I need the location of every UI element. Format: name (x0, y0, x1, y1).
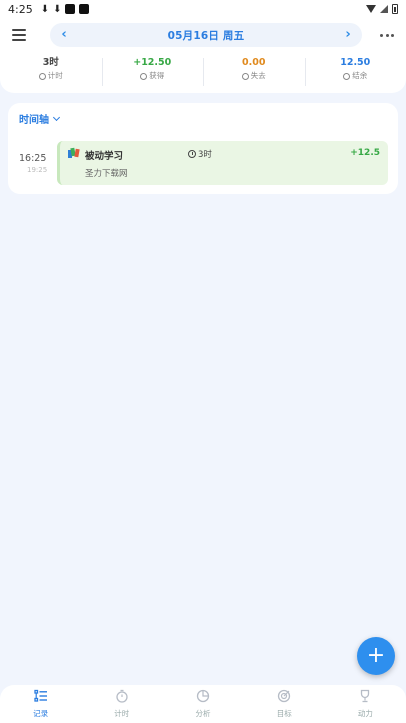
books-icon (68, 147, 80, 158)
clock-icon (38, 72, 46, 80)
balance-icon (343, 72, 351, 80)
timeline-card: 时间轴 16:25 19:25 被动学习 3时 +12.5 圣力下载网 (8, 103, 398, 194)
nav-label: 计时 (114, 709, 130, 718)
nav-item-record[interactable]: 记录 (0, 685, 81, 723)
notification-icon (79, 4, 90, 14)
status-indicators (366, 4, 398, 14)
timeline-title: 时间轴 (19, 115, 49, 126)
battery-icon (392, 4, 398, 14)
target-icon (278, 689, 291, 703)
stat-label: 结余 (352, 71, 368, 80)
stat-gained: +12.50 获得 (101, 56, 204, 88)
smile-icon (140, 72, 148, 80)
trophy-icon (361, 689, 370, 703)
stat-balance: 12.50 结余 (304, 56, 406, 88)
timeline-entry[interactable]: 被动学习 3时 +12.5 圣力下载网 (57, 141, 388, 185)
more-icon[interactable] (380, 28, 394, 42)
status-bar: 4:25 ⬇ ⬇ (0, 0, 406, 18)
stat-label: 获得 (149, 71, 165, 80)
nav-label: 记录 (33, 709, 49, 718)
entry-note: 圣力下载网 (85, 169, 128, 179)
header-card: ‹ 05月16日 周五 › 3时 计时 +12.50 获得 0.00 失去 12… (0, 18, 406, 93)
entry-title: 被动学习 (85, 151, 124, 162)
entry-duration: 3时 (198, 150, 212, 160)
nav-label: 动力 (357, 709, 373, 718)
stat-lost: 0.00 失去 (203, 56, 305, 88)
entry-end-time: 19:25 (27, 166, 48, 174)
stat-timer: 3时 计时 (0, 56, 102, 88)
nav-label: 目标 (276, 709, 292, 718)
summary-stats: 3时 计时 +12.50 获得 0.00 失去 12.50 结余 (0, 56, 406, 88)
download-icon: ⬇ (40, 3, 50, 15)
bottom-nav: 记录 计时 分析 目标 动力 (0, 685, 406, 723)
signal-icon (380, 5, 388, 13)
notification-icon (65, 4, 76, 14)
entry-score: +12.5 (350, 148, 380, 158)
nav-item-analysis[interactable]: 分析 (162, 685, 243, 723)
stat-value: 0.00 (242, 57, 266, 68)
current-date[interactable]: 05月16日 周五 (168, 28, 245, 43)
menu-icon[interactable] (12, 29, 26, 41)
status-time: 4:25 (8, 2, 33, 16)
entry-start-time: 16:25 (19, 153, 47, 164)
nav-item-motivation[interactable]: 动力 (325, 685, 406, 723)
timer-icon (116, 689, 128, 703)
chevron-down-icon (52, 113, 61, 121)
stat-value: +12.50 (133, 57, 172, 68)
date-selector[interactable]: ‹ 05月16日 周五 › (50, 23, 362, 47)
nav-item-goal[interactable]: 目标 (244, 685, 325, 723)
prev-day-icon[interactable]: ‹ (56, 27, 72, 43)
stat-label: 失去 (250, 71, 266, 80)
nav-label: 分析 (195, 709, 211, 718)
download-icon: ⬇ (53, 3, 62, 15)
nav-item-timer[interactable]: 计时 (81, 685, 162, 723)
stat-label: 计时 (47, 71, 63, 80)
stat-value: 3时 (42, 57, 59, 68)
frown-icon (241, 72, 249, 80)
next-day-icon[interactable]: › (340, 27, 356, 43)
stat-value: 12.50 (340, 57, 371, 68)
add-record-button[interactable]: + (357, 637, 395, 675)
stopwatch-icon (188, 150, 196, 158)
timeline-toggle[interactable]: 时间轴 (19, 111, 61, 126)
wifi-icon (366, 5, 376, 13)
pie-chart-icon (196, 689, 210, 703)
record-icon (33, 689, 47, 702)
